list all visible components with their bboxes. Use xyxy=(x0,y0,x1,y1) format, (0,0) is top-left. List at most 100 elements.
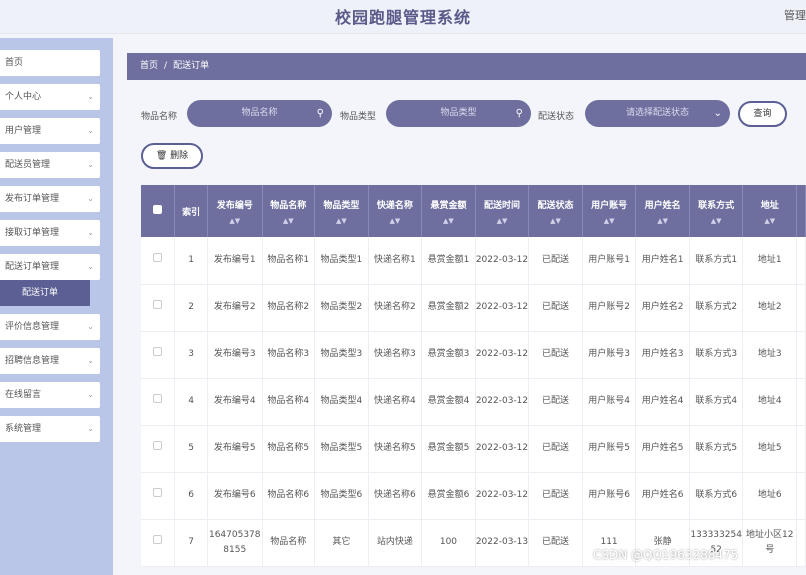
item-name-label: 物品名称 xyxy=(141,112,178,122)
admin-label[interactable]: 管理 xyxy=(784,7,806,23)
table-row[interactable]: 5 发布编号5 物品名称5 物品类型5 快递名称5 悬赏金额5 2022-03-12 已配送用… xyxy=(141,425,806,473)
sort-icon[interactable]: ▲▼ xyxy=(369,217,422,225)
table-cell: 已配送 xyxy=(528,519,583,567)
query-button[interactable]: 查询 xyxy=(738,101,787,127)
table-cell: 联系方式3 xyxy=(689,331,744,379)
sort-icon[interactable]: ▲▼ xyxy=(422,217,475,225)
orders-table: 索引 发布编号 ▲▼ 物品名称 ▲▼ 物品类型 ▲▼ 快递名称 ▲▼ 悬赏金额 ▲▼ 配送… xyxy=(141,185,806,575)
row-checkbox[interactable] xyxy=(153,347,163,356)
row-checkbox-cell[interactable] xyxy=(141,425,176,473)
breadcrumb: 首页 / 配送订单 xyxy=(127,53,806,80)
sidebar-item-recruitment[interactable]: 招聘信息管理 ⌄ xyxy=(0,348,100,374)
row-checkbox[interactable] xyxy=(153,300,163,309)
sidebar-item-users[interactable]: 用户管理 ⌄ xyxy=(0,118,100,144)
row-checkbox-cell[interactable] xyxy=(141,378,176,426)
table-cell: 快递名称6 xyxy=(368,472,423,520)
select-all-header[interactable] xyxy=(141,185,176,237)
sidebar-subitem-delivery-order[interactable]: 配送订单 xyxy=(0,280,90,306)
table-cell: 悬赏金额6 xyxy=(421,472,476,520)
sidebar-item-published-orders[interactable]: 发布订单管理 ⌄ xyxy=(0,186,100,212)
table-cell: 6 xyxy=(174,472,208,520)
row-checkbox-cell[interactable] xyxy=(141,237,176,285)
table-cell-overflow xyxy=(796,237,806,285)
row-checkbox[interactable] xyxy=(153,488,163,497)
column-header[interactable]: 快递名称 ▲▼ xyxy=(368,185,423,237)
row-checkbox[interactable] xyxy=(153,535,163,544)
row-checkbox-cell[interactable] xyxy=(141,519,176,567)
table-cell-overflow xyxy=(796,472,806,520)
row-checkbox[interactable] xyxy=(153,394,163,403)
table-cell: 地址6 xyxy=(742,472,797,520)
sidebar-item-reviews[interactable]: 评价信息管理 ⌄ xyxy=(0,314,100,340)
delivery-status-label: 配送状态 xyxy=(538,112,575,122)
sidebar-item-home[interactable]: 首页 xyxy=(0,50,100,76)
delete-button[interactable]: 🗑 删除 xyxy=(141,143,203,169)
table-cell: 悬赏金额5 xyxy=(421,425,476,473)
column-header[interactable]: 用户姓名 ▲▼ xyxy=(635,185,690,237)
sort-icon[interactable]: ▲▼ xyxy=(529,217,582,225)
select-all-checkbox[interactable] xyxy=(153,205,163,214)
table-row[interactable]: 4 发布编号4 物品名称4 物品类型4 快递名称4 悬赏金额4 2022-03-12 已配送用… xyxy=(141,378,806,426)
sidebar-item-delivery-orders[interactable]: 配送订单管理 ⌄ xyxy=(0,254,100,280)
column-header[interactable]: 物品类型 ▲▼ xyxy=(314,185,369,237)
column-header[interactable]: 悬赏金额 ▲▼ xyxy=(421,185,476,237)
table-cell: 100 xyxy=(421,519,476,567)
table-cell: 物品类型6 xyxy=(314,472,369,520)
table-header-row: 索引 发布编号 ▲▼ 物品名称 ▲▼ 物品类型 ▲▼ 快递名称 ▲▼ 悬赏金额 ▲▼ 配送… xyxy=(141,185,806,237)
row-checkbox-cell[interactable] xyxy=(141,331,176,379)
search-icon: ⚲ xyxy=(515,108,523,119)
column-header xyxy=(796,185,806,237)
sidebar-item-profile[interactable]: 个人中心 ⌄ xyxy=(0,84,100,110)
search-icon: ⚲ xyxy=(316,108,324,119)
table-cell: 物品名称3 xyxy=(262,331,316,379)
item-type-input[interactable]: 物品类型 ⚲ xyxy=(386,100,531,127)
sort-icon[interactable]: ▲▼ xyxy=(263,217,315,225)
row-checkbox[interactable] xyxy=(153,441,163,450)
table-cell: 2022-03-12 xyxy=(475,331,530,379)
sidebar-item-label: 配送订单管理 xyxy=(5,262,60,272)
sidebar-item-label: 系统管理 xyxy=(5,424,42,434)
table-row[interactable]: 3 发布编号3 物品名称3 物品类型3 快递名称3 悬赏金额3 2022-03-12 已配送用… xyxy=(141,331,806,379)
column-header[interactable]: 配送状态 ▲▼ xyxy=(528,185,583,237)
sidebar-item-messages[interactable]: 在线留言 ⌄ xyxy=(0,382,100,408)
table-cell: 发布编号2 xyxy=(207,284,263,332)
delivery-status-select[interactable]: 请选择配送状态 ⌄ xyxy=(585,100,730,127)
breadcrumb-home[interactable]: 首页 xyxy=(140,61,158,71)
table-cell-overflow xyxy=(796,331,806,379)
row-checkbox[interactable] xyxy=(153,252,163,262)
sort-icon[interactable]: ▲▼ xyxy=(636,217,689,225)
column-header[interactable]: 联系方式 ▲▼ xyxy=(689,185,744,237)
table-cell: 用户账号3 xyxy=(582,331,637,379)
column-header[interactable]: 配送时间 ▲▼ xyxy=(475,185,530,237)
column-header[interactable]: 物品名称 ▲▼ xyxy=(262,185,316,237)
table-cell: 悬赏金额1 xyxy=(421,237,476,285)
sort-icon[interactable]: ▲▼ xyxy=(315,217,368,225)
table-cell: 已配送 xyxy=(528,472,583,520)
column-header[interactable]: 用户账号 ▲▼ xyxy=(582,185,637,237)
sort-icon[interactable]: ▲▼ xyxy=(208,217,262,225)
table-cell: 物品名称5 xyxy=(262,425,316,473)
chevron-down-icon: ⌄ xyxy=(87,424,94,433)
row-checkbox-cell[interactable] xyxy=(141,472,176,520)
table-row[interactable]: 1 发布编号1 物品名称1 物品类型1 快递名称1 悬赏金额1 2022-03-12 已配送用… xyxy=(141,237,806,285)
sidebar-item-couriers[interactable]: 配送员管理 ⌄ xyxy=(0,152,100,178)
sort-icon[interactable]: ▲▼ xyxy=(690,217,743,225)
table-row[interactable]: 6 发布编号6 物品名称6 物品类型6 快递名称6 悬赏金额6 2022-03-12 已配送用… xyxy=(141,472,806,520)
table-cell: 地址3 xyxy=(742,331,797,379)
row-checkbox-cell[interactable] xyxy=(141,284,176,332)
sort-icon[interactable]: ▲▼ xyxy=(583,217,636,225)
table-cell: 用户账号6 xyxy=(582,472,637,520)
column-header[interactable]: 发布编号 ▲▼ xyxy=(207,185,263,237)
sort-icon[interactable]: ▲▼ xyxy=(743,217,796,225)
table-cell: 联系方式6 xyxy=(689,472,744,520)
table-cell: 2022-03-12 xyxy=(475,378,530,426)
table-row[interactable]: 2 发布编号2 物品名称2 物品类型2 快递名称2 悬赏金额2 2022-03-12 已配送用… xyxy=(141,284,806,332)
table-cell: 已配送 xyxy=(528,378,583,426)
item-name-input[interactable]: 物品名称 ⚲ xyxy=(187,100,332,127)
table-cell: 用户姓名4 xyxy=(635,378,690,426)
sidebar-item-accepted-orders[interactable]: 接取订单管理 ⌄ xyxy=(0,220,100,246)
column-header[interactable]: 地址 ▲▼ xyxy=(742,185,797,237)
sidebar-item-system[interactable]: 系统管理 ⌄ xyxy=(0,416,100,442)
sort-icon[interactable]: ▲▼ xyxy=(476,217,529,225)
table-cell: 2022-03-12 xyxy=(475,237,530,285)
